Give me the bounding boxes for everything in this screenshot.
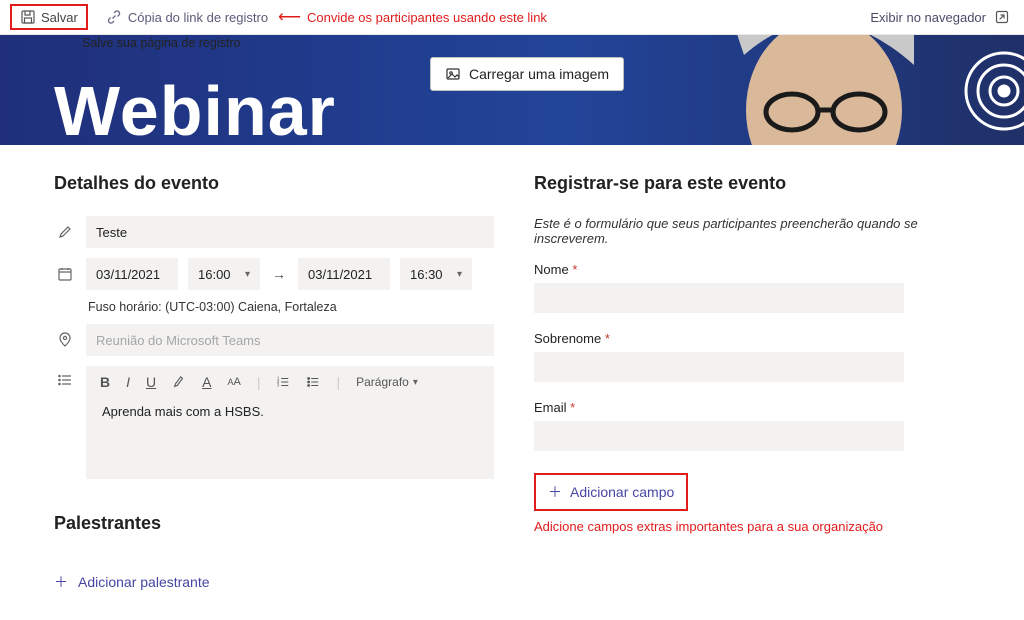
- speakers-heading: Palestrantes: [54, 513, 494, 534]
- start-date-input[interactable]: 03/11/2021: [86, 258, 178, 290]
- surname-field[interactable]: [534, 352, 904, 382]
- registration-heading: Registrar-se para este evento: [534, 173, 970, 194]
- calendar-icon: [54, 266, 76, 282]
- banner-title: Webinar: [54, 71, 336, 145]
- copy-registration-link-label: Cópia do link de registro: [128, 10, 268, 25]
- description-row: B I U A AA | 123 |: [54, 366, 494, 479]
- location-row: Reunião do Microsoft Teams: [54, 324, 494, 356]
- end-date-input[interactable]: 03/11/2021: [298, 258, 390, 290]
- link-icon: [106, 9, 122, 25]
- invite-annotation: ⟵ Convide os participantes usando este l…: [278, 7, 547, 27]
- paragraph-style-select[interactable]: Parágrafo ▾: [356, 375, 418, 389]
- arrow-left-icon: ⟵: [278, 7, 301, 27]
- start-time-value: 16:00: [198, 267, 231, 282]
- chevron-down-icon: ▾: [245, 269, 250, 280]
- view-in-browser-button[interactable]: Exibir no navegador: [870, 9, 1010, 25]
- save-button[interactable]: Salvar: [10, 4, 88, 30]
- email-field-label: Email *: [534, 400, 970, 415]
- title-row: Teste: [54, 216, 494, 248]
- registration-intro: Este é o formulário que seus participant…: [534, 216, 970, 246]
- upload-image-label: Carregar uma imagem: [469, 66, 609, 82]
- chevron-down-icon: ▾: [457, 269, 462, 280]
- top-toolbar: Salvar Cópia do link de registro ⟵ Convi…: [0, 0, 1024, 35]
- banner: Webinar Carregar uma imagem: [0, 35, 1024, 145]
- save-button-label: Salvar: [41, 10, 78, 25]
- timezone-text: Fuso horário: (UTC-03:00) Caiena, Fortal…: [86, 300, 337, 314]
- arrow-right-icon: →: [270, 266, 288, 282]
- location-input[interactable]: Reunião do Microsoft Teams: [86, 324, 494, 356]
- edit-icon: [54, 224, 76, 240]
- add-field-annotation: Adicione campos extras importantes para …: [534, 519, 970, 534]
- add-field-button[interactable]: ＋ Adicionar campo: [534, 473, 688, 511]
- paragraph-style-label: Parágrafo: [356, 375, 409, 389]
- upload-image-button[interactable]: Carregar uma imagem: [430, 57, 624, 91]
- add-field-label: Adicionar campo: [570, 484, 674, 500]
- add-speaker-button[interactable]: ＋ Adicionar palestrante: [54, 572, 210, 592]
- bold-button[interactable]: B: [100, 374, 110, 390]
- font-color-button[interactable]: A: [202, 374, 211, 390]
- italic-button[interactable]: I: [126, 374, 130, 390]
- start-time-select[interactable]: 16:00 ▾: [188, 258, 260, 290]
- view-in-browser-label: Exibir no navegador: [870, 10, 986, 25]
- copy-registration-link[interactable]: Cópia do link de registro: [106, 9, 268, 25]
- underline-button[interactable]: U: [146, 374, 156, 390]
- registration-form-column: Registrar-se para este evento Este é o f…: [534, 173, 970, 592]
- location-icon: [54, 332, 76, 348]
- event-title-input[interactable]: Teste: [86, 216, 494, 248]
- bullet-list-button[interactable]: [306, 375, 320, 389]
- list-icon: [54, 372, 76, 388]
- numbered-list-button[interactable]: 123: [276, 375, 290, 389]
- font-size-button[interactable]: AA: [227, 376, 240, 388]
- save-icon: [20, 9, 36, 25]
- event-details-column: Detalhes do evento Teste 03/11/2021 16:0…: [54, 173, 494, 592]
- image-icon: [445, 66, 461, 82]
- date-row: 03/11/2021 16:00 ▾ → 03/11/2021 16:30 ▾: [54, 258, 494, 290]
- description-editor[interactable]: B I U A AA | 123 |: [86, 366, 494, 479]
- end-time-value: 16:30: [410, 267, 443, 282]
- rte-toolbar: B I U A AA | 123 |: [86, 366, 494, 394]
- required-asterisk: *: [605, 331, 610, 346]
- main-content: Detalhes do evento Teste 03/11/2021 16:0…: [0, 145, 1024, 592]
- surname-field-label: Sobrenome *: [534, 331, 970, 346]
- email-field[interactable]: [534, 421, 904, 451]
- name-field-label: Nome *: [534, 262, 970, 277]
- svg-text:3: 3: [277, 382, 280, 387]
- end-time-select[interactable]: 16:30 ▾: [400, 258, 472, 290]
- event-details-heading: Detalhes do evento: [54, 173, 494, 194]
- speakers-section: Palestrantes ＋ Adicionar palestrante: [54, 513, 494, 592]
- add-speaker-label: Adicionar palestrante: [78, 574, 210, 590]
- invite-annotation-text: Convide os participantes usando este lin…: [307, 10, 547, 25]
- description-body[interactable]: Aprenda mais com a HSBS.: [86, 394, 494, 479]
- name-field[interactable]: [534, 283, 904, 313]
- highlight-button[interactable]: [172, 375, 186, 389]
- plus-icon: ＋: [548, 482, 562, 502]
- required-asterisk: *: [572, 262, 577, 277]
- required-asterisk: *: [570, 400, 575, 415]
- popout-icon: [994, 9, 1010, 25]
- chevron-down-icon: ▾: [413, 377, 418, 388]
- plus-icon: ＋: [54, 572, 68, 592]
- timezone-row: Fuso horário: (UTC-03:00) Caiena, Fortal…: [54, 300, 494, 314]
- save-caption-annotation: Salve sua página de registro: [82, 36, 240, 50]
